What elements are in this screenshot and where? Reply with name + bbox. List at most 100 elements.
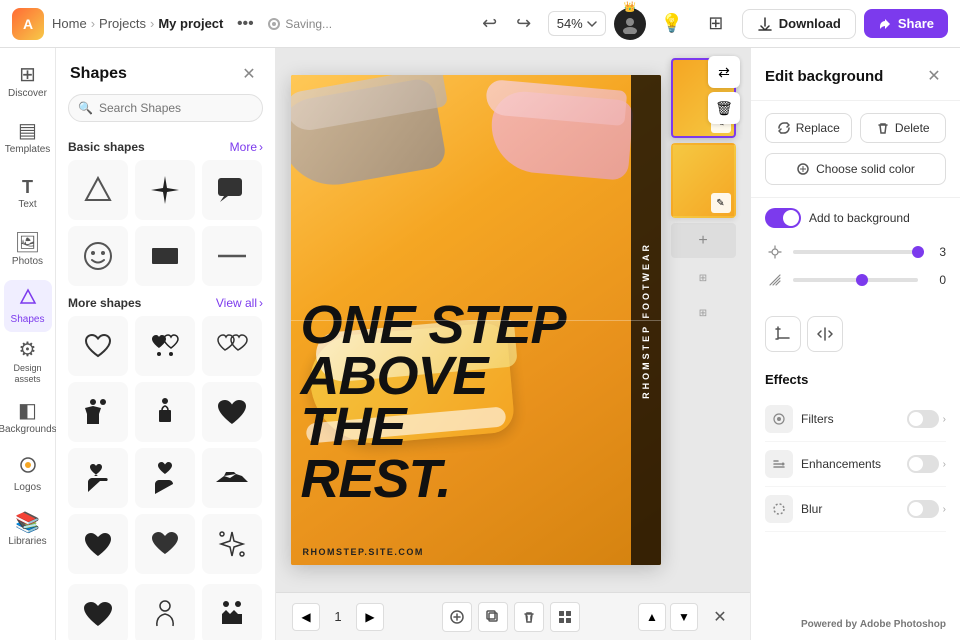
shape-heart-small1[interactable] [68, 514, 128, 574]
shape-extra1[interactable] [68, 584, 128, 640]
shape-smiley[interactable] [68, 226, 128, 286]
chevron-right-icon: › [259, 140, 263, 154]
blur-toggle-knob [909, 502, 923, 516]
basic-shapes-more[interactable]: More › [230, 140, 263, 154]
sidebar-item-templates[interactable]: ▤ Templates [4, 112, 52, 164]
enhancements-label: Enhancements [801, 457, 907, 471]
sidebar-item-discover-label: Discover [8, 88, 47, 100]
sidebar-item-text[interactable]: T Text [4, 168, 52, 220]
grid-button[interactable]: ⊞ [698, 6, 734, 42]
shape-handshake[interactable] [202, 448, 262, 508]
next-slide-button[interactable]: ▼ [670, 603, 698, 631]
delete-page-button[interactable] [514, 602, 544, 632]
zoom-button[interactable]: 54% [548, 11, 606, 36]
slider-1-track[interactable] [793, 250, 918, 254]
breadcrumb-current[interactable]: My project [158, 16, 223, 31]
share-button[interactable]: Share [864, 9, 948, 38]
more-options-button[interactable]: ••• [231, 10, 259, 38]
filters-chevron[interactable]: › [943, 414, 946, 425]
undo-button[interactable]: ↩ [474, 8, 506, 40]
effect-filters-row: Filters › [765, 397, 946, 442]
shape-heart-hand2[interactable] [135, 448, 195, 508]
canvas-container: ONE STEP ABOVE THE REST. RHOMSTEP.SITE.C… [276, 48, 750, 592]
effects-section: Effects Filters › Enhancements [751, 360, 960, 544]
sidebar-item-logos[interactable]: Logos [4, 448, 52, 500]
shape-sparkle[interactable] [202, 514, 262, 574]
shape-heart-outline[interactable] [68, 316, 128, 376]
blur-chevron[interactable]: › [943, 504, 946, 515]
shape-rectangle[interactable] [135, 226, 195, 286]
thumbnail-2[interactable]: ✎ [671, 143, 736, 218]
enhancements-toggle-knob [909, 457, 923, 471]
add-to-background-toggle[interactable] [765, 208, 801, 228]
shape-heart-solid[interactable] [202, 382, 262, 442]
enhancements-toggle[interactable] [907, 455, 939, 473]
next-page-button[interactable]: ▶ [356, 603, 384, 631]
slider-2-thumb[interactable] [856, 274, 868, 286]
close-nav-button[interactable]: ✕ [706, 603, 734, 631]
slider-2-track[interactable] [793, 278, 918, 282]
shape-heart-hand1[interactable] [68, 448, 128, 508]
more-shapes-view-all[interactable]: View all › [216, 296, 263, 310]
shape-heart-small2[interactable] [135, 514, 195, 574]
saving-icon [267, 17, 281, 31]
sidebar-item-photos-label: Photos [12, 256, 43, 268]
sidebar-item-photos[interactable]: 🖼 Photos [4, 224, 52, 276]
search-input[interactable] [68, 94, 263, 122]
app-logo[interactable]: A [12, 8, 44, 40]
enhancements-icon [765, 450, 793, 478]
filters-toggle[interactable] [907, 410, 939, 428]
thumbnail-add[interactable]: + [671, 223, 736, 258]
sidebar-item-libraries[interactable]: 📚 Libraries [4, 504, 52, 556]
delete-icon [876, 121, 890, 135]
shape-speech-bubble[interactable] [202, 160, 262, 220]
shape-people-up[interactable] [68, 382, 128, 442]
canvas-flip-button[interactable]: ⇄ [708, 56, 740, 88]
grid-view-button[interactable] [550, 602, 580, 632]
sidebar-item-discover[interactable]: ⊞ Discover [4, 56, 52, 108]
prev-page-button[interactable]: ◀ [292, 603, 320, 631]
copy-page-button[interactable] [478, 602, 508, 632]
choose-color-button[interactable]: Choose solid color [765, 153, 946, 185]
shape-triangle[interactable] [68, 160, 128, 220]
enhancements-chevron[interactable]: › [943, 459, 946, 470]
lightbulb-button[interactable]: 💡 [654, 6, 690, 42]
brightness-icon [765, 242, 785, 262]
add-page-button[interactable] [442, 602, 472, 632]
sidebar-item-shapes[interactable]: Shapes [4, 280, 52, 332]
slider-1-thumb[interactable] [912, 246, 924, 258]
shapes-panel-close-button[interactable]: ✕ [237, 62, 261, 86]
shape-gift-person[interactable] [135, 382, 195, 442]
shape-two-hearts[interactable] [135, 316, 195, 376]
shape-hearts-outline[interactable] [202, 316, 262, 376]
breadcrumb-home[interactable]: Home [52, 16, 87, 31]
sidebar-item-design-assets[interactable]: ⚙ Design assets [4, 336, 52, 388]
redo-button[interactable]: ↪ [508, 8, 540, 40]
shape-line[interactable] [202, 226, 262, 286]
canvas-divider [291, 320, 661, 321]
canvas-delete-button[interactable]: 🗑 [708, 92, 740, 124]
blur-toggle[interactable] [907, 500, 939, 518]
breadcrumb-projects[interactable]: Projects [99, 16, 146, 31]
sidebar-item-logos-label: Logos [14, 482, 41, 494]
shape-star4[interactable] [135, 160, 195, 220]
canvas-mock[interactable]: ONE STEP ABOVE THE REST. RHOMSTEP.SITE.C… [291, 75, 661, 565]
thumbnail-extra2[interactable]: ⊞ [671, 298, 736, 328]
shape-extra2[interactable] [135, 584, 195, 640]
download-button[interactable]: Download [742, 9, 856, 39]
delete-button[interactable]: Delete [860, 113, 947, 143]
replace-button[interactable]: Replace [765, 113, 852, 143]
shape-extra3[interactable] [202, 584, 262, 640]
sidebar-item-backgrounds[interactable]: ◧ Backgrounds [4, 392, 52, 444]
flip-button[interactable] [807, 316, 843, 352]
slider-row-1: 3 [765, 242, 946, 262]
flip-icon [817, 326, 833, 342]
crop-button[interactable] [765, 316, 801, 352]
thumbnail-extra1[interactable]: ⊞ [671, 263, 736, 293]
text-icon: T [22, 178, 33, 196]
delete-icon [522, 610, 536, 624]
user-avatar[interactable]: 👑 [614, 8, 646, 40]
right-panel-close-button[interactable]: ✕ [922, 64, 946, 88]
replace-icon [777, 121, 791, 135]
prev-slide-button[interactable]: ▲ [638, 603, 666, 631]
